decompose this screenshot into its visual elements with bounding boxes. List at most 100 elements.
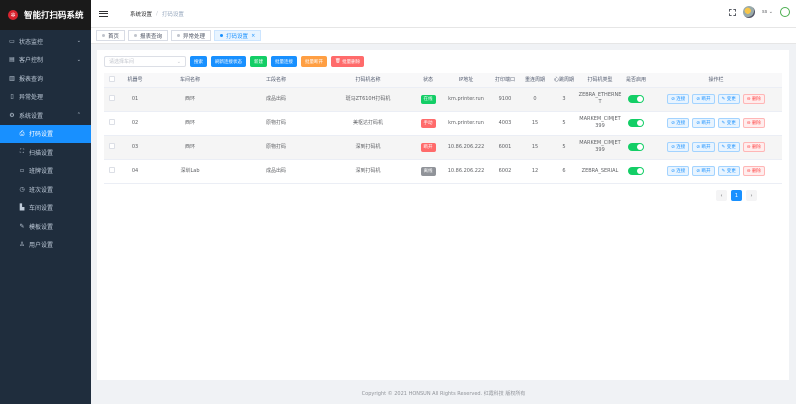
sidebar-item-template-settings[interactable]: ✎ 模板设置 [0, 217, 91, 236]
sidebar-item-user-settings[interactable]: ♙ 用户设置 [0, 235, 91, 254]
batch-delete-button[interactable]: 🗑 批量删除 [331, 56, 365, 67]
cell-port: 6002 [490, 159, 520, 184]
status-circle-icon[interactable] [780, 7, 790, 17]
breadcrumb-item[interactable]: 系统设置 [130, 10, 152, 18]
cell-enabled [622, 159, 650, 184]
disconnect-button[interactable]: ⊘ 断开 [692, 118, 715, 128]
enable-toggle[interactable] [628, 166, 644, 175]
edit-button[interactable]: ✎ 变更 [717, 142, 740, 152]
edit-button[interactable]: ✎ 变更 [717, 94, 740, 104]
cell-enabled [622, 135, 650, 160]
op-label: 变更 [726, 168, 736, 174]
column-header: 状态 [414, 73, 442, 88]
cell-section: 原物打码 [230, 111, 322, 136]
delete-button[interactable]: ⊖ 删除 [742, 94, 765, 104]
delete-button[interactable]: ⊖ 删除 [742, 142, 765, 152]
row-checkbox[interactable] [104, 87, 120, 112]
op-label: 断开 [701, 168, 711, 174]
connect-button[interactable]: ⊘ 连接 [667, 118, 690, 128]
caret-down-icon: ⌄ [768, 9, 773, 15]
status-badge: 手动 [420, 118, 436, 128]
sidebar-item-exception-handling[interactable]: ▯ 异常处理 [0, 88, 91, 107]
enable-toggle[interactable] [628, 118, 644, 127]
tab-print-settings[interactable]: 打码设置 × [214, 30, 262, 41]
cell-ops: ⊘ 连接 ⊘ 断开 ✎ 变更 ⊖ 删除 [650, 159, 782, 184]
op-label: 删除 [751, 168, 761, 174]
connect-button[interactable]: ⊘ 连接 [667, 94, 690, 104]
next-page-button[interactable]: › [746, 190, 757, 201]
edit-icon: ✎ [19, 222, 25, 230]
sidebar-item-workshop-settings[interactable]: ▙ 车间设置 [0, 198, 91, 217]
row-checkbox[interactable] [104, 135, 120, 160]
refresh-connection-button[interactable]: 刷新连接状态 [211, 56, 246, 67]
prev-page-button[interactable]: ‹ [716, 190, 727, 201]
cell-reconnect: 12 [520, 159, 550, 184]
chevron-down-icon: ⌄ [76, 56, 81, 63]
link-icon: ⊘ [671, 96, 675, 102]
sidebar-item-report-query[interactable]: ▥ 报表查询 [0, 69, 91, 88]
sidebar-item-scan-settings[interactable]: ⛶ 扫描设置 [0, 143, 91, 162]
batch-disconnect-button[interactable]: 批量断开 [301, 56, 327, 67]
connect-button[interactable]: ⊘ 连接 [667, 166, 690, 176]
cell-heartbeat: 5 [550, 111, 578, 136]
op-label: 删除 [751, 96, 761, 102]
edit-icon: ✎ [721, 144, 726, 150]
sidebar-item-print-settings[interactable]: ⎙ 打码设置 [0, 124, 91, 143]
column-header: 重连周期 [520, 73, 550, 88]
breadcrumb-separator: / [156, 10, 158, 17]
sidebar-item-label: 车间设置 [29, 205, 54, 213]
sidebar-item-status-monitor[interactable]: ▭ 状态监控 ⌄ [0, 32, 91, 51]
system-settings-submenu: ⎙ 打码设置 ⛶ 扫描设置 ▫ 班牌设置 ◷ 班次设置 ▙ 车间设置 ✎ 模板设… [0, 124, 91, 254]
link-icon: ⊘ [671, 168, 675, 174]
cell-workshop: 西环 [150, 111, 230, 136]
cell-id: 04 [120, 159, 150, 184]
edit-button[interactable]: ✎ 变更 [717, 118, 740, 128]
enable-toggle[interactable] [628, 142, 644, 151]
footer-copyright: Copyright © 2021 HONSUN All Rights Reser… [361, 390, 526, 397]
page-number[interactable]: 1 [731, 190, 742, 201]
connect-button[interactable]: ⊘ 连接 [667, 142, 690, 152]
column-header: 打印端口 [490, 73, 520, 88]
delete-button[interactable]: ⊖ 删除 [742, 118, 765, 128]
disconnect-button[interactable]: ⊘ 断开 [692, 166, 715, 176]
tab-home[interactable]: 首页 [96, 30, 126, 41]
select-all-checkbox[interactable] [104, 73, 120, 88]
sidebar-item-system-settings[interactable]: ⚙ 系统设置 ⌃ [0, 106, 91, 125]
edit-icon: ✎ [721, 96, 726, 102]
scan-icon: ⛶ [19, 148, 25, 156]
user-icon: ♙ [19, 241, 25, 249]
app-logo[interactable]: ✲ 智能打扫码系统 [0, 0, 91, 30]
sidebar-item-label: 报表查询 [19, 75, 44, 83]
table-row: 04 深圳Lab 成品出码 深到打码机 离线 10.86.206.222 600… [104, 159, 782, 184]
batch-connect-button[interactable]: 批量连接 [271, 56, 297, 67]
sidebar-item-board-settings[interactable]: ▫ 班牌设置 [0, 161, 91, 180]
hamburger-icon[interactable] [99, 10, 108, 17]
tab-exception-handling[interactable]: 异常处理 [171, 30, 212, 41]
cell-reconnect: 15 [520, 111, 550, 136]
enable-toggle[interactable] [628, 94, 644, 103]
fullscreen-icon[interactable] [728, 8, 736, 16]
workshop-select[interactable]: 请选择车间 ⌄ [104, 56, 186, 67]
tab-report-query[interactable]: 报表查询 [128, 30, 169, 41]
cell-printer: 美枢达打码机 [322, 111, 414, 136]
op-label: 变更 [726, 144, 736, 150]
row-checkbox[interactable] [104, 159, 120, 184]
main-content: 请选择车间 ⌄ 搜索 刷新连接状态 新建 批量连接 批量断开 🗑 批量删除 机器… [97, 50, 789, 380]
delete-button[interactable]: ⊖ 删除 [742, 166, 765, 176]
cell-reconnect: 15 [520, 135, 550, 160]
user-name[interactable]: ss ⌄ [762, 9, 773, 15]
trash-icon: ⊖ [746, 144, 751, 150]
search-button[interactable]: 搜索 [190, 56, 207, 67]
row-checkbox[interactable] [104, 111, 120, 136]
avatar[interactable] [742, 6, 755, 18]
new-button[interactable]: 新建 [250, 56, 267, 67]
sidebar-item-customer-control[interactable]: ▤ 客户控制 ⌄ [0, 51, 91, 70]
cell-reconnect: 0 [520, 87, 550, 112]
close-icon[interactable]: × [251, 33, 255, 39]
edit-button[interactable]: ✎ 变更 [717, 166, 740, 176]
disconnect-button[interactable]: ⊘ 断开 [692, 94, 715, 104]
disconnect-button[interactable]: ⊘ 断开 [692, 142, 715, 152]
sidebar-item-label: 用户设置 [29, 242, 54, 250]
chevron-down-icon: ⌄ [76, 38, 81, 45]
sidebar-item-shift-settings[interactable]: ◷ 班次设置 [0, 180, 91, 199]
